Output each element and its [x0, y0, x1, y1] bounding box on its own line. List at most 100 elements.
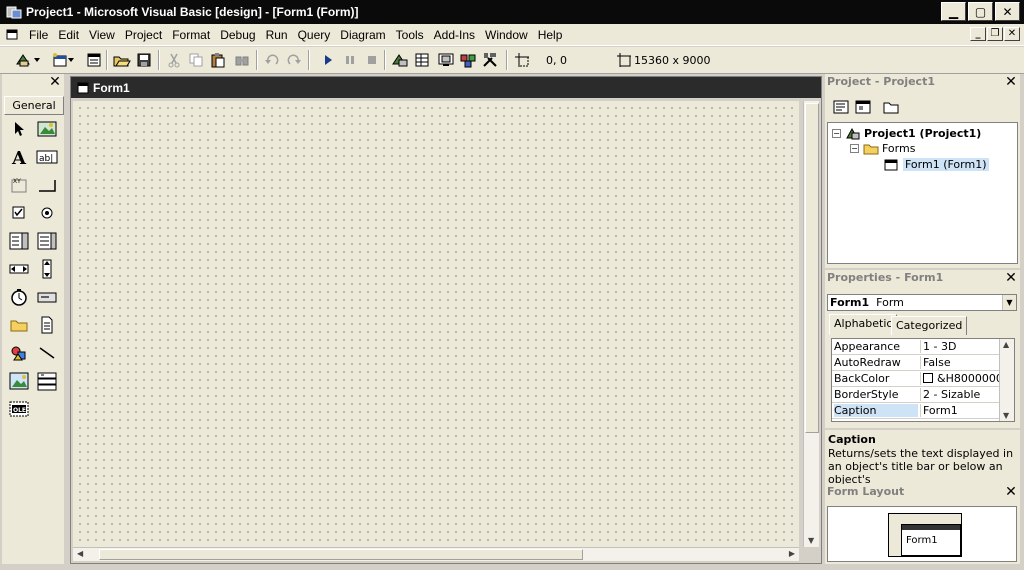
textbox-tool-icon[interactable]: ab| [36, 146, 58, 168]
add-project-dropdown-icon[interactable] [32, 51, 42, 69]
tab-alphabetic[interactable]: Alphabetic [829, 314, 898, 335]
save-project-icon[interactable] [134, 51, 154, 69]
label-tool-icon[interactable]: A [8, 146, 30, 168]
horizontal-scroll-thumb[interactable] [99, 549, 583, 560]
image-tool-icon[interactable] [8, 370, 30, 392]
collapse-icon[interactable]: − [832, 128, 841, 138]
menu-tools[interactable]: Tools [391, 28, 429, 42]
menu-help[interactable]: Help [533, 28, 568, 42]
tree-node-project[interactable]: − Project1 (Project1) [832, 126, 981, 140]
commandbutton-tool-icon[interactable] [36, 174, 58, 196]
property-value-color[interactable]: &H8000000F& [920, 372, 1000, 385]
chevron-down-icon[interactable]: ▼ [1002, 295, 1016, 310]
property-row[interactable]: BackColor &H8000000F& [832, 371, 1000, 387]
menu-add-ins[interactable]: Add-Ins [429, 28, 480, 42]
properties-window-icon[interactable] [412, 51, 432, 69]
dirlistbox-tool-icon[interactable] [8, 314, 30, 336]
menu-window[interactable]: Window [480, 28, 533, 42]
form-vertical-scrollbar[interactable]: ▼ [803, 101, 819, 547]
project-explorer-icon[interactable] [390, 51, 410, 69]
add-form-dropdown-icon[interactable] [66, 51, 76, 69]
hscrollbar-tool-icon[interactable] [8, 258, 30, 280]
property-value[interactable]: 2 - Sizable [920, 388, 1000, 401]
form-horizontal-scrollbar[interactable]: ◀ ▶ [73, 547, 799, 561]
scroll-up-arrow-icon[interactable]: ▲ [1003, 340, 1009, 349]
timer-tool-icon[interactable] [8, 286, 30, 308]
tab-categorized[interactable]: Categorized [891, 316, 968, 335]
undo-icon[interactable] [262, 51, 282, 69]
paste-icon[interactable] [208, 51, 228, 69]
toggle-folders-icon[interactable] [881, 98, 901, 116]
vscrollbar-tool-icon[interactable] [36, 258, 58, 280]
copy-icon[interactable] [186, 51, 206, 69]
menu-format[interactable]: Format [167, 28, 215, 42]
properties-panel-close-button[interactable]: ✕ [1002, 270, 1020, 287]
menu-project[interactable]: Project [120, 28, 167, 42]
pointer-tool-icon[interactable] [8, 118, 30, 140]
break-icon[interactable] [340, 51, 360, 69]
form-design-surface[interactable] [73, 101, 799, 547]
shape-tool-icon[interactable] [8, 342, 30, 364]
form-position-preview[interactable]: Form1 [901, 524, 961, 556]
mdi-restore-button[interactable]: ❐ [987, 27, 1003, 41]
toolbox-icon[interactable] [480, 51, 500, 69]
object-browser-icon[interactable] [458, 51, 478, 69]
mdi-minimize-button[interactable]: _ [970, 27, 986, 41]
frame-tool-icon[interactable]: XY [8, 174, 30, 196]
close-button[interactable]: ✕ [995, 2, 1020, 21]
property-row-selected[interactable]: Caption Form1 [832, 403, 1000, 419]
cut-icon[interactable] [164, 51, 184, 69]
scroll-down-arrow-icon[interactable]: ▼ [1003, 411, 1009, 420]
menu-edit[interactable]: Edit [53, 28, 84, 42]
menu-editor-icon[interactable] [84, 51, 104, 69]
scroll-right-arrow-icon[interactable]: ▶ [789, 549, 795, 558]
collapse-icon[interactable]: − [850, 144, 859, 153]
project-panel-close-button[interactable]: ✕ [1002, 74, 1020, 91]
menu-diagram[interactable]: Diagram [335, 28, 390, 42]
view-object-icon[interactable] [853, 98, 873, 116]
maximize-button[interactable]: ▢ [968, 2, 993, 21]
form-system-icon[interactable] [6, 28, 20, 42]
checkbox-tool-icon[interactable] [8, 202, 30, 224]
add-project-icon[interactable] [14, 51, 34, 69]
object-selector[interactable]: Form1 Form ▼ [827, 294, 1017, 311]
data-tool-icon[interactable] [36, 370, 58, 392]
redo-icon[interactable] [284, 51, 304, 69]
form-layout-icon[interactable] [436, 51, 456, 69]
filelistbox-tool-icon[interactable] [36, 314, 58, 336]
vb-app-icon[interactable] [6, 4, 22, 20]
property-value[interactable]: False [920, 356, 1000, 369]
scroll-down-arrow-icon[interactable]: ▼ [808, 536, 814, 545]
picturebox-tool-icon[interactable] [36, 118, 58, 140]
property-grid-scrollbar[interactable]: ▲ ▼ [999, 339, 1014, 421]
property-row[interactable]: BorderStyle 2 - Sizable [832, 387, 1000, 403]
scroll-left-arrow-icon[interactable]: ◀ [77, 549, 83, 558]
ole-tool-icon[interactable]: OLE [8, 398, 30, 420]
start-icon[interactable] [318, 51, 338, 69]
menu-debug[interactable]: Debug [215, 28, 260, 42]
optionbutton-tool-icon[interactable] [36, 202, 58, 224]
combobox-tool-icon[interactable] [8, 230, 30, 252]
property-value[interactable]: 1 - 3D [920, 340, 1000, 353]
listbox-tool-icon[interactable] [36, 230, 58, 252]
open-project-icon[interactable] [112, 51, 132, 69]
minimize-button[interactable]: ▁ [941, 2, 966, 21]
mdi-close-button[interactable]: ✕ [1004, 27, 1020, 41]
find-icon[interactable] [232, 51, 252, 69]
menu-view[interactable]: View [84, 28, 120, 42]
vertical-scroll-thumb[interactable] [805, 103, 819, 433]
menu-query[interactable]: Query [293, 28, 336, 42]
tree-node-forms[interactable]: − Forms [850, 142, 915, 155]
toolbox-tab-general[interactable]: General [4, 96, 64, 115]
tree-node-form1[interactable]: Form1 (Form1) [884, 158, 989, 171]
property-row[interactable]: Appearance 1 - 3D [832, 339, 1000, 355]
view-code-icon[interactable] [831, 98, 851, 116]
property-row[interactable]: AutoRedraw False [832, 355, 1000, 371]
property-value[interactable]: Form1 [920, 404, 1000, 417]
toolbox-close-button[interactable]: ✕ [46, 74, 64, 90]
end-icon[interactable] [362, 51, 382, 69]
line-tool-icon[interactable] [36, 342, 58, 364]
menu-file[interactable]: File [24, 28, 53, 42]
drivelistbox-tool-icon[interactable] [36, 286, 58, 308]
form-layout-close-button[interactable]: ✕ [1002, 484, 1020, 501]
